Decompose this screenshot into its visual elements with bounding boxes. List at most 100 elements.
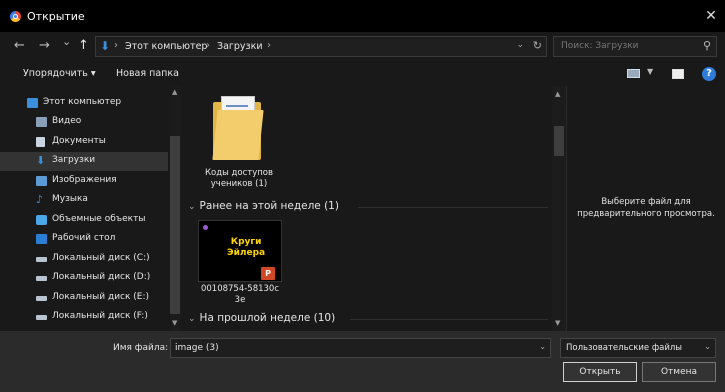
breadcrumb-separator: ›	[206, 40, 210, 51]
drive-icon	[36, 276, 47, 281]
forward-arrow-icon[interactable]: →	[39, 38, 50, 53]
breadcrumb-downloads[interactable]: Загрузки	[217, 41, 263, 52]
chevron-down-icon: ⌄	[188, 202, 196, 212]
chevron-down-icon[interactable]: ⌄	[516, 40, 524, 50]
folder-icon[interactable]	[212, 96, 264, 162]
video-icon	[36, 117, 47, 127]
sidebar-item-drive-e[interactable]: Локальный диск (E:)	[0, 289, 168, 308]
sidebar-item-this-pc[interactable]: Этот компьютер	[0, 94, 168, 113]
scroll-up-icon[interactable]: ▲	[172, 88, 177, 96]
group-header-last-week[interactable]: ⌄ На прошлой неделе (10)	[188, 312, 335, 324]
desktop-icon	[36, 234, 47, 244]
sidebar-item-label: Локальный диск (C:)	[52, 253, 150, 263]
music-icon: ♪	[36, 193, 44, 206]
folder-label-line: учеников (1)	[210, 179, 268, 189]
organize-button[interactable]: Упорядочить ▾	[23, 68, 96, 79]
drive-icon	[36, 315, 47, 320]
file-list-scrollbar[interactable]	[552, 86, 566, 331]
help-icon[interactable]: ?	[702, 67, 716, 81]
window-title: Открытие	[27, 10, 85, 23]
filename-label: Имя файла:	[113, 343, 169, 353]
sidebar-scrollbar-thumb[interactable]	[170, 136, 180, 314]
3d-objects-icon	[36, 215, 47, 225]
close-icon[interactable]: ✕	[701, 6, 721, 26]
search-placeholder: Поиск: Загрузки	[561, 41, 639, 51]
powerpoint-icon: P	[261, 267, 275, 280]
sidebar-item-3d-objects[interactable]: Объемные объекты	[0, 211, 168, 230]
chevron-down-icon[interactable]: ⌄	[539, 342, 546, 351]
sidebar-item-video[interactable]: Видео	[0, 113, 168, 132]
preview-pane: Выберите файл для предварительного просм…	[566, 86, 725, 331]
preview-pane-icon[interactable]	[672, 69, 684, 79]
up-arrow-icon[interactable]: ↑	[78, 38, 89, 53]
new-folder-button[interactable]: Новая папка	[116, 68, 179, 79]
sidebar-item-label: Музыка	[52, 194, 88, 204]
file-thumbnail[interactable]: Круги Эйлера P	[198, 220, 282, 282]
search-icon[interactable]: ⚲	[703, 39, 711, 52]
computer-icon	[27, 98, 38, 108]
download-icon: ⬇	[36, 154, 46, 167]
sidebar-item-label: Загрузки	[52, 155, 96, 165]
recent-locations-icon[interactable]: ⌄	[62, 35, 71, 48]
command-bar: Упорядочить ▾ Новая папка ▼ ?	[0, 62, 725, 86]
navigation-bar: ← → ⌄ ↑ ⬇ › Этот компьютер › Загрузки › …	[0, 32, 725, 62]
sidebar-item-label: Рабочий стол	[52, 233, 116, 243]
filename-value: image (3)	[175, 343, 219, 353]
back-arrow-icon[interactable]: ←	[14, 38, 25, 53]
sidebar-item-pictures[interactable]: Изображения	[0, 172, 168, 191]
folder-label-line: Коды доступов	[204, 168, 274, 178]
cancel-button[interactable]: Отмена	[642, 362, 716, 382]
view-options-icon[interactable]	[627, 69, 640, 78]
file-label-line: 00108754-58130c	[200, 284, 280, 294]
breadcrumb-separator: ›	[267, 40, 271, 51]
sidebar-item-label: Документы	[52, 136, 106, 146]
search-input[interactable]: Поиск: Загрузки ⚲	[553, 36, 717, 57]
thumbnail-title: Круги Эйлера	[227, 237, 265, 259]
sidebar-item-drive-c[interactable]: Локальный диск (C:)	[0, 250, 168, 269]
group-label: Ранее на этой неделе (1)	[199, 200, 339, 212]
chevron-down-icon: ⌄	[188, 314, 196, 324]
sidebar-item-label: Изображения	[52, 175, 117, 185]
sidebar-item-label: Локальный диск (E:)	[52, 292, 150, 302]
document-icon	[36, 137, 45, 147]
refresh-icon[interactable]: ↻	[533, 39, 542, 52]
folder-item-label[interactable]: Коды доступов учеников (1)	[196, 168, 282, 190]
thumbnail-title-line: Эйлера	[227, 248, 266, 258]
group-divider	[358, 207, 548, 208]
filename-input[interactable]: image (3) ⌄	[170, 338, 551, 358]
file-list: Коды доступов учеников (1) ⌄ Ранее на это…	[182, 86, 566, 331]
sidebar-item-downloads[interactable]: ⬇ Загрузки	[0, 152, 168, 171]
file-list-scrollbar-thumb[interactable]	[554, 126, 564, 156]
address-bar[interactable]: ⬇ › Этот компьютер › Загрузки › ⌄ ↻	[95, 36, 547, 57]
filetype-select[interactable]: Пользовательские файлы ⌄	[560, 338, 716, 358]
scroll-down-icon[interactable]: ▼	[555, 319, 560, 327]
sidebar-item-documents[interactable]: Документы	[0, 133, 168, 152]
chevron-down-icon: ⌄	[704, 342, 711, 351]
sidebar-item-label: Объемные объекты	[52, 214, 146, 224]
sidebar-item-drive-d[interactable]: Локальный диск (D:)	[0, 269, 168, 288]
scroll-up-icon[interactable]: ▲	[555, 90, 560, 98]
sidebar-item-drive-f[interactable]: Локальный диск (F:)	[0, 308, 168, 327]
preview-message: Выберите файл для предварительного просм…	[577, 197, 715, 219]
chevron-down-icon[interactable]: ▼	[647, 67, 653, 76]
drive-icon	[36, 296, 47, 301]
title-bar: Открытие ✕	[0, 0, 725, 32]
slide-decoration	[203, 225, 208, 230]
dialog-footer: Имя файла: image (3) ⌄ Пользовательские …	[0, 331, 725, 392]
sidebar-item-label: Видео	[52, 116, 82, 126]
scroll-down-icon[interactable]: ▼	[172, 319, 177, 327]
breadcrumb-this-pc[interactable]: Этот компьютер	[125, 41, 207, 52]
file-item-label[interactable]: 00108754-58130c 3e	[196, 284, 284, 306]
navigation-pane: Этот компьютер Видео Документы ⬇ Загрузк…	[0, 86, 182, 331]
open-file-dialog: Открытие ✕ ← → ⌄ ↑ ⬇ › Этот компьютер › …	[0, 0, 725, 392]
sidebar-item-desktop[interactable]: Рабочий стол	[0, 230, 168, 249]
download-icon: ⬇	[100, 39, 111, 53]
group-divider	[350, 319, 548, 320]
sidebar-item-music[interactable]: ♪ Музыка	[0, 191, 168, 210]
sidebar-item-label: Этот компьютер	[43, 97, 122, 107]
open-button[interactable]: Открыть	[563, 362, 637, 382]
pictures-icon	[36, 176, 47, 186]
filetype-value: Пользовательские файлы	[566, 343, 683, 353]
group-header-earlier-this-week[interactable]: ⌄ Ранее на этой неделе (1)	[188, 200, 339, 212]
chrome-icon	[10, 11, 21, 22]
